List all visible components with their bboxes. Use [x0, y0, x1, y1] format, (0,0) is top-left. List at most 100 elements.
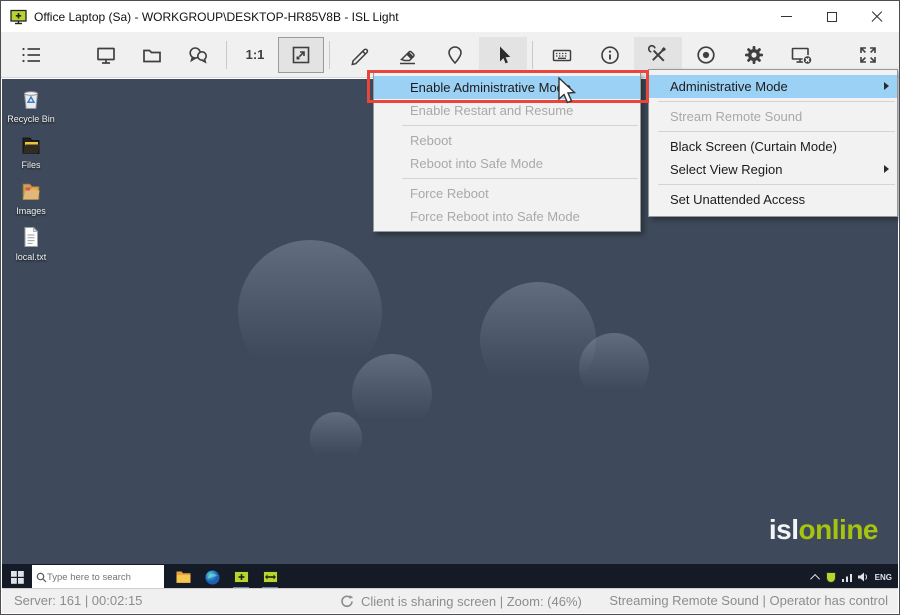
fullscreen-button[interactable]: [845, 37, 891, 73]
menu-separator: [402, 125, 638, 126]
desktop-icon-files[interactable]: Files: [8, 132, 54, 170]
menu-item-administrative-mode[interactable]: Administrative Mode: [649, 75, 897, 98]
tools-button[interactable]: [634, 37, 682, 73]
recycle-bin-icon: [18, 86, 44, 112]
maximize-button[interactable]: [809, 1, 854, 32]
pointer-arrow-icon: [492, 44, 514, 66]
menu-item-set-unattended-access[interactable]: Set Unattended Access: [649, 188, 897, 211]
title-bar: Office Laptop (Sa) - WORKGROUP\DESKTOP-H…: [1, 1, 899, 32]
wallpaper-sphere: [480, 282, 596, 398]
wallpaper-sphere: [352, 354, 432, 434]
close-button[interactable]: [854, 1, 899, 32]
chat-button[interactable]: [175, 37, 221, 73]
edge-taskbar-button[interactable]: [202, 564, 222, 590]
file-explorer-icon: [176, 570, 191, 584]
session-status: Client is sharing screen | Zoom: (46%): [361, 594, 582, 609]
gear-icon: [743, 44, 765, 66]
mouse-cursor: [557, 77, 579, 112]
windows-logo-icon: [11, 571, 24, 584]
menu-separator: [658, 131, 895, 132]
islonline-logo: islonline: [769, 514, 878, 546]
file-explorer-taskbar-button[interactable]: [173, 564, 193, 590]
desktop-icon-local-txt[interactable]: local.txt: [8, 224, 54, 262]
folder-icon: [141, 44, 163, 66]
menu-item-force-reboot-safe-mode[interactable]: Force Reboot into Safe Mode: [374, 205, 640, 228]
marker-button[interactable]: [431, 37, 479, 73]
remote-taskbar: ENG: [2, 564, 898, 590]
refresh-icon: [340, 594, 354, 608]
eraser-button[interactable]: [383, 37, 431, 73]
monitors-button[interactable]: [83, 37, 129, 73]
isl-connect-taskbar-button[interactable]: [260, 564, 280, 590]
desktop-icon-label: Recycle Bin: [7, 114, 55, 124]
select-pointer-button[interactable]: [479, 37, 527, 73]
desktop-icon-recycle-bin[interactable]: Recycle Bin: [8, 86, 54, 124]
isl-light-icon: [234, 571, 249, 583]
tray-chevron-icon[interactable]: [810, 573, 820, 583]
text-file-icon: [18, 224, 44, 250]
menu-item-reboot-safe-mode[interactable]: Reboot into Safe Mode: [374, 152, 640, 175]
speaker-icon[interactable]: [858, 572, 869, 582]
isl-connect-icon: [263, 571, 278, 583]
toolbar-separator: [226, 41, 227, 69]
minimize-button[interactable]: [764, 1, 809, 32]
menu-separator: [658, 184, 895, 185]
tools-icon: [647, 44, 669, 66]
isl-light-taskbar-button[interactable]: [231, 564, 251, 590]
network-icon[interactable]: [842, 573, 852, 582]
menu-separator: [402, 178, 638, 179]
record-button[interactable]: [682, 37, 730, 73]
chat-icon: [187, 44, 209, 66]
edge-browser-icon: [205, 570, 220, 585]
wallpaper-sphere: [310, 412, 362, 464]
highlight-annotation-box: [367, 70, 649, 103]
menu-item-stream-remote-sound[interactable]: Stream Remote Sound: [649, 105, 897, 128]
fit-screen-button[interactable]: [278, 37, 324, 73]
language-indicator[interactable]: ENG: [875, 573, 892, 582]
settings-button[interactable]: [730, 37, 778, 73]
disconnect-button[interactable]: [778, 37, 826, 73]
menu-separator: [658, 101, 895, 102]
keyboard-button[interactable]: [538, 37, 586, 73]
zoom-1-1-label: 1:1: [246, 47, 265, 62]
app-icon: [10, 9, 27, 25]
menu-item-force-reboot[interactable]: Force Reboot: [374, 182, 640, 205]
start-button[interactable]: [2, 564, 32, 590]
isl-light-window: Office Laptop (Sa) - WORKGROUP\DESKTOP-H…: [0, 0, 900, 615]
minimize-icon: [781, 16, 792, 17]
status-bar: Server: 161 | 00:02:15 Client is sharing…: [2, 588, 898, 613]
close-icon: [871, 11, 883, 23]
pencil-icon: [348, 44, 370, 66]
desktop-icon-label: Files: [21, 160, 40, 170]
record-icon: [695, 44, 717, 66]
toolbar-separator: [329, 41, 330, 69]
keyboard-icon: [551, 44, 573, 66]
isl-tray-icon[interactable]: [826, 572, 836, 583]
location-pin-icon: [444, 44, 466, 66]
search-icon: [36, 572, 47, 583]
list-menu-icon: [20, 44, 42, 66]
zoom-1-1-button[interactable]: 1:1: [232, 37, 278, 73]
fit-screen-icon: [290, 44, 312, 66]
desktop-icon-label: local.txt: [16, 252, 47, 262]
disconnect-monitor-icon: [790, 44, 814, 66]
wallpaper-sphere: [579, 333, 649, 403]
menu-item-select-view-region[interactable]: Select View Region: [649, 158, 897, 181]
file-transfer-button[interactable]: [129, 37, 175, 73]
server-status: Server: 161 | 00:02:15: [14, 589, 142, 613]
search-input[interactable]: [47, 572, 155, 583]
menu-button[interactable]: [8, 37, 54, 73]
taskbar-search[interactable]: [32, 565, 164, 589]
submenu-arrow-icon: [884, 165, 889, 173]
rights-status: Streaming Remote Sound | Operator has co…: [609, 589, 888, 613]
info-icon: [599, 44, 621, 66]
submenu-arrow-icon: [884, 82, 889, 90]
system-tray: ENG: [813, 572, 892, 583]
menu-item-reboot[interactable]: Reboot: [374, 129, 640, 152]
pen-button[interactable]: [335, 37, 383, 73]
maximize-icon: [827, 12, 837, 22]
info-button[interactable]: [586, 37, 634, 73]
eraser-icon: [396, 44, 418, 66]
desktop-icon-images[interactable]: Images: [8, 178, 54, 216]
menu-item-black-screen[interactable]: Black Screen (Curtain Mode): [649, 135, 897, 158]
